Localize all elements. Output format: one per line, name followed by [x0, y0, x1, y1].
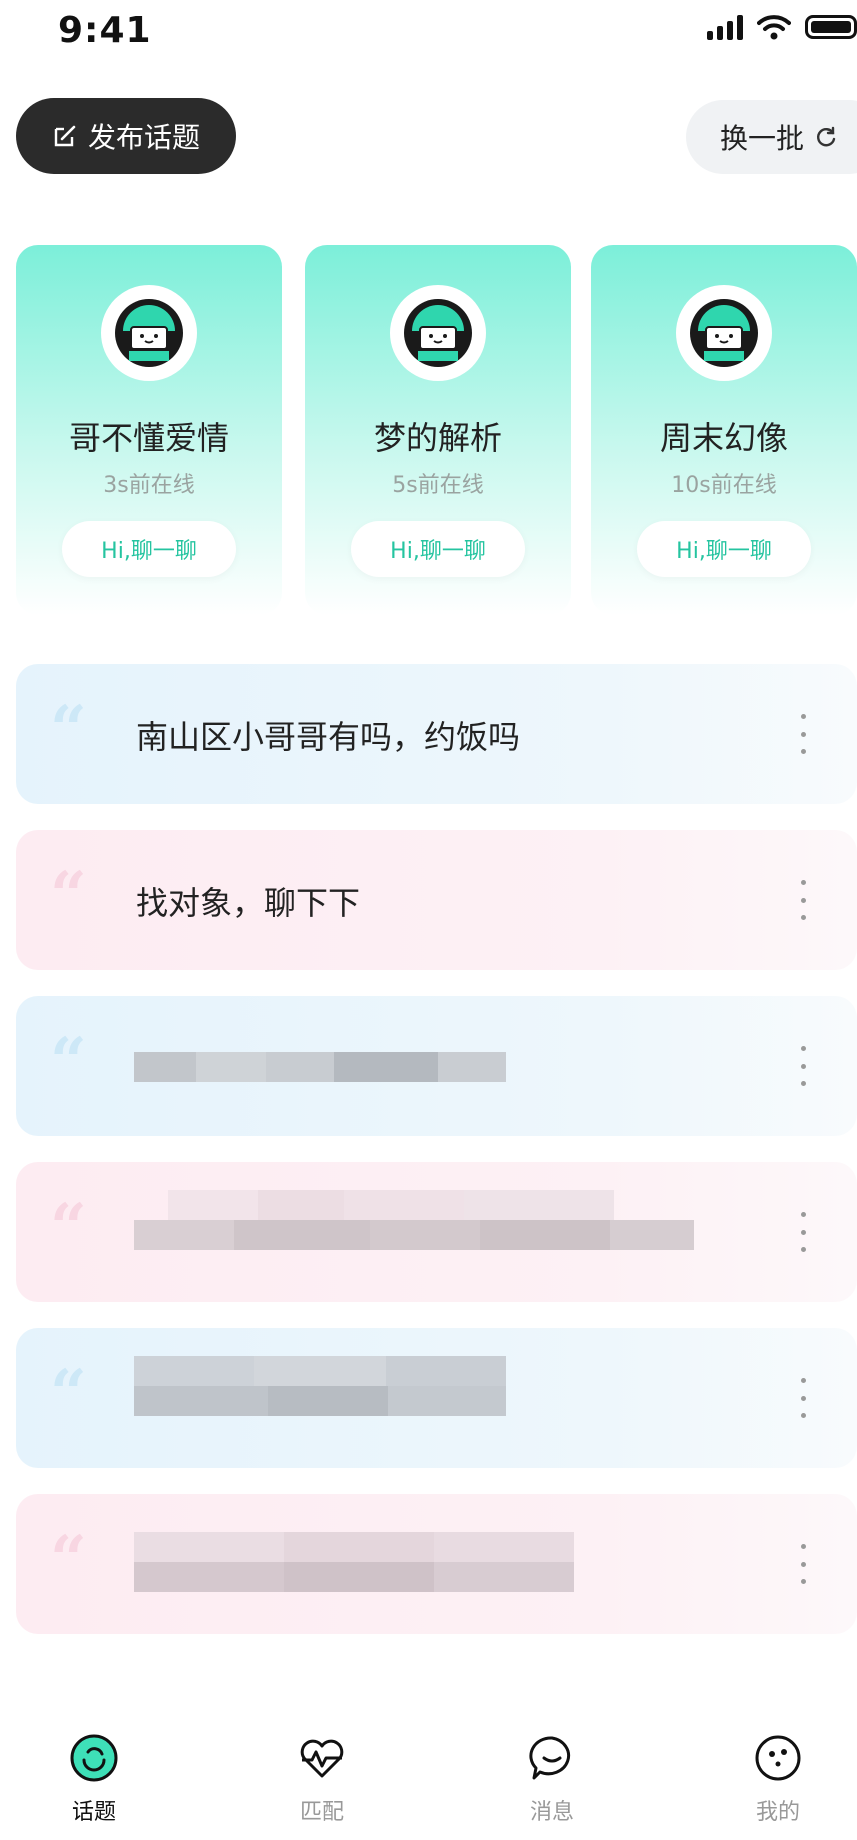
profile-face-icon [755, 1735, 801, 1781]
more-options-icon[interactable] [799, 1544, 807, 1584]
topic-item[interactable]: “ [16, 996, 857, 1136]
more-options-icon[interactable] [799, 1378, 807, 1418]
quote-icon: “ [50, 1190, 87, 1265]
tab-label: 话题 [71, 1800, 116, 1825]
avatar [676, 285, 772, 381]
say-hi-button[interactable]: Hi,聊一聊 [62, 521, 236, 577]
avatar [390, 285, 486, 381]
refresh-batch-label: 换一批 [720, 122, 805, 155]
topic-item[interactable]: “ [16, 1494, 857, 1634]
more-options-icon[interactable] [799, 880, 807, 920]
heart-pulse-icon [300, 1739, 344, 1778]
topic-icon [70, 1734, 118, 1782]
tab-label: 消息 [529, 1800, 574, 1825]
publish-topic-button[interactable]: 发布话题 [16, 98, 236, 174]
quote-icon: “ [50, 692, 87, 767]
topic-item[interactable]: “ [16, 1328, 857, 1468]
user-name: 周末幻像 [659, 419, 788, 457]
astronaut-avatar-icon [404, 299, 472, 367]
user-name: 哥不懂爱情 [68, 419, 229, 457]
status-bar: 9:41 [0, 0, 857, 70]
blurred-topic-text [134, 1052, 506, 1082]
tab-label: 匹配 [299, 1800, 344, 1825]
user-cards: 哥不懂爱情 3s前在线 Hi,聊一聊 梦的解析 5s前在线 Hi,聊一聊 周末幻… [16, 245, 857, 615]
user-name: 梦的解析 [373, 419, 502, 457]
more-options-icon[interactable] [799, 1212, 807, 1252]
bottom-tab-bar: 话题 匹配 消息 我的 [0, 1720, 857, 1840]
user-card[interactable]: 周末幻像 10s前在线 Hi,聊一聊 [591, 245, 857, 615]
user-card[interactable]: 哥不懂爱情 3s前在线 Hi,聊一聊 [16, 245, 282, 615]
publish-topic-label: 发布话题 [87, 121, 200, 154]
battery-icon [805, 15, 857, 39]
tab-match[interactable]: 匹配 [252, 1720, 392, 1826]
status-time: 9:41 [58, 10, 152, 51]
refresh-batch-button[interactable]: 换一批 [686, 100, 857, 174]
tab-topics[interactable]: 话题 [24, 1720, 164, 1826]
tab-messages[interactable]: 消息 [482, 1720, 622, 1826]
more-options-icon[interactable] [799, 1046, 807, 1086]
topic-text: 找对象，聊下下 [136, 884, 361, 922]
status-icons [707, 14, 857, 40]
edit-icon [54, 125, 76, 147]
online-status: 3s前在线 [103, 473, 195, 498]
blurred-topic-text [134, 1356, 506, 1416]
tab-label: 我的 [755, 1800, 800, 1825]
refresh-icon [817, 126, 836, 147]
say-hi-button[interactable]: Hi,聊一聊 [351, 521, 525, 577]
wifi-icon [757, 15, 791, 40]
quote-icon: “ [50, 858, 87, 933]
astronaut-avatar-icon [115, 299, 183, 367]
quote-icon: “ [50, 1356, 87, 1431]
blurred-topic-text [134, 1532, 574, 1592]
online-status: 5s前在线 [392, 473, 484, 498]
online-status: 10s前在线 [671, 473, 777, 498]
quote-icon: “ [50, 1522, 87, 1597]
quote-icon: “ [50, 1024, 87, 1099]
topic-item[interactable]: “ [16, 1162, 857, 1302]
more-options-icon[interactable] [799, 714, 807, 754]
topic-text: 南山区小哥哥有吗，约饭吗 [136, 718, 521, 756]
astronaut-avatar-icon [690, 299, 758, 367]
user-card[interactable]: 梦的解析 5s前在线 Hi,聊一聊 [305, 245, 571, 615]
cellular-signal-icon [707, 14, 743, 40]
top-action-row: 发布话题 换一批 [0, 98, 857, 174]
say-hi-button[interactable]: Hi,聊一聊 [637, 521, 811, 577]
topic-item[interactable]: “ 南山区小哥哥有吗，约饭吗 [16, 664, 857, 804]
chat-bubble-icon [529, 1736, 571, 1780]
blurred-topic-text [134, 1190, 694, 1250]
topic-item[interactable]: “ 找对象，聊下下 [16, 830, 857, 970]
tab-profile[interactable]: 我的 [708, 1720, 848, 1826]
avatar [101, 285, 197, 381]
